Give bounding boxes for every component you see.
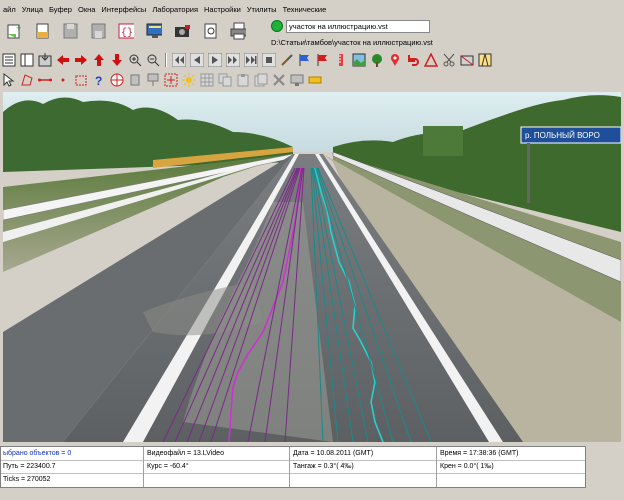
list-icon[interactable] [20,53,34,67]
save-as-icon[interactable] [90,22,106,40]
marker-icon[interactable] [388,53,402,67]
file-name-field[interactable]: участок на иллюстрацию.vst [286,20,430,33]
globe-icon[interactable] [110,73,124,87]
brush-icon[interactable] [280,53,294,67]
copy-icon[interactable] [218,73,232,87]
device-icon[interactable] [128,73,142,87]
menu-street[interactable]: Улица [19,5,46,14]
arrow-right-icon[interactable] [74,53,88,67]
crosshair-icon[interactable] [164,73,178,87]
triangle-icon[interactable] [424,53,438,67]
tree-icon[interactable] [370,53,384,67]
video-file-label: Видеофайл = 13.LVideo [147,450,224,457]
draw-polygon-icon[interactable] [20,73,34,87]
menu-technical[interactable]: Технические [280,5,330,14]
flag-red-icon[interactable] [316,53,330,67]
zoom-in-icon[interactable] [128,53,142,67]
line-icon[interactable] [38,73,52,87]
menu-buffer[interactable]: Буфер [46,5,75,14]
multi-copy-icon[interactable] [254,73,268,87]
new-file-icon[interactable]: + [6,22,22,40]
menu-bar: айл Улица Буфер Окна Интерфейсы Лаборато… [0,2,400,16]
menu-utilities[interactable]: Утилиты [244,5,280,14]
svg-text:{}: {} [121,27,133,39]
distant-tree [423,126,463,156]
status-divider [143,447,144,487]
toggle-view-icon[interactable] [460,53,474,67]
status-indicator-icon [271,20,283,32]
print-icon[interactable] [230,22,246,40]
save-icon[interactable] [62,22,78,40]
flag-icon[interactable] [298,53,312,67]
status-divider [289,447,290,487]
sun-icon[interactable] [182,73,196,87]
main-toolbar: + {} [0,17,265,45]
stop-icon[interactable] [262,53,276,67]
status-divider [1,473,585,474]
course-label: Курс = -60.4° [147,463,189,470]
status-bar: ыбрано объектов = 0 Видеофайл = 13.LVide… [0,446,586,488]
delete-icon[interactable] [272,73,286,87]
file-info-panel: участок на иллюстрацию.vst D:\Статьи\там… [268,17,624,49]
arrow-up-icon[interactable] [92,53,106,67]
selected-objects-label: ыбрано объектов = 0 [3,450,72,457]
open-file-icon[interactable] [34,22,50,40]
undo-icon[interactable] [406,53,420,67]
pitch-label: Тангаж = 0.3°( 4‰) [293,463,354,470]
point-icon[interactable] [56,73,70,87]
paste-icon[interactable] [236,73,250,87]
arrow-down-icon[interactable] [110,53,124,67]
menu-file[interactable]: айл [0,5,19,14]
svg-text:+: + [16,23,21,33]
app-window: айл Улица Буфер Окна Интерфейсы Лаборато… [0,0,624,500]
grid-icon[interactable] [200,73,214,87]
toolbar-separator [165,53,167,67]
monitor-icon[interactable] [146,22,162,40]
arrow-left-icon[interactable] [56,53,70,67]
help-icon[interactable]: ? [92,73,106,87]
prev-frame-icon[interactable] [190,53,204,67]
svg-text:?: ? [95,74,102,87]
sign-text: р. ПОЛЬНЫЙ ВОРО [525,131,600,140]
ticks-label: Ticks = 270052 [3,476,51,483]
menu-laboratory[interactable]: Лаборатория [149,5,201,14]
screen-icon[interactable] [290,73,304,87]
drawing-toolbar: ? [0,70,624,90]
sign-icon[interactable] [146,73,160,87]
camera-icon[interactable] [174,22,190,40]
date-label: Дата = 10.08.2011 (GMT) [293,450,374,457]
play-icon[interactable] [208,53,222,67]
import-icon[interactable] [38,53,52,67]
status-divider [436,447,437,487]
road-icon[interactable] [478,53,492,67]
highlight-icon[interactable] [308,73,322,87]
navigation-toolbar [0,50,624,70]
video-view[interactable]: р. ПОЛЬНЫЙ ВОРО [3,92,621,442]
menu-interfaces[interactable]: Интерфейсы [98,5,149,14]
ruler-icon[interactable] [334,53,348,67]
first-frame-icon[interactable] [172,53,186,67]
menu-settings[interactable]: Настройки [201,5,244,14]
time-label: Время = 17:38:36 (GMT) [440,450,519,457]
zoom-out-icon[interactable] [146,53,160,67]
sign-post [527,143,530,203]
path-label: Путь = 223400.7 [3,463,56,470]
next-frame-icon[interactable] [226,53,240,67]
menu-windows[interactable]: Окна [75,5,98,14]
layers-icon[interactable] [2,53,16,67]
select-icon[interactable] [2,73,16,87]
script-icon[interactable]: {} [118,22,134,40]
file-path-label: D:\Статьи\тамбов\участок на иллюстрацию.… [271,38,433,47]
scissors-icon[interactable] [442,53,456,67]
road-scene: р. ПОЛЬНЫЙ ВОРО [3,92,621,442]
roll-label: Крен = 0.0°( 1‰) [440,463,494,470]
image-icon[interactable] [352,53,366,67]
preview-icon[interactable] [202,22,218,40]
last-frame-icon[interactable] [244,53,258,67]
rectangle-icon[interactable] [74,73,88,87]
